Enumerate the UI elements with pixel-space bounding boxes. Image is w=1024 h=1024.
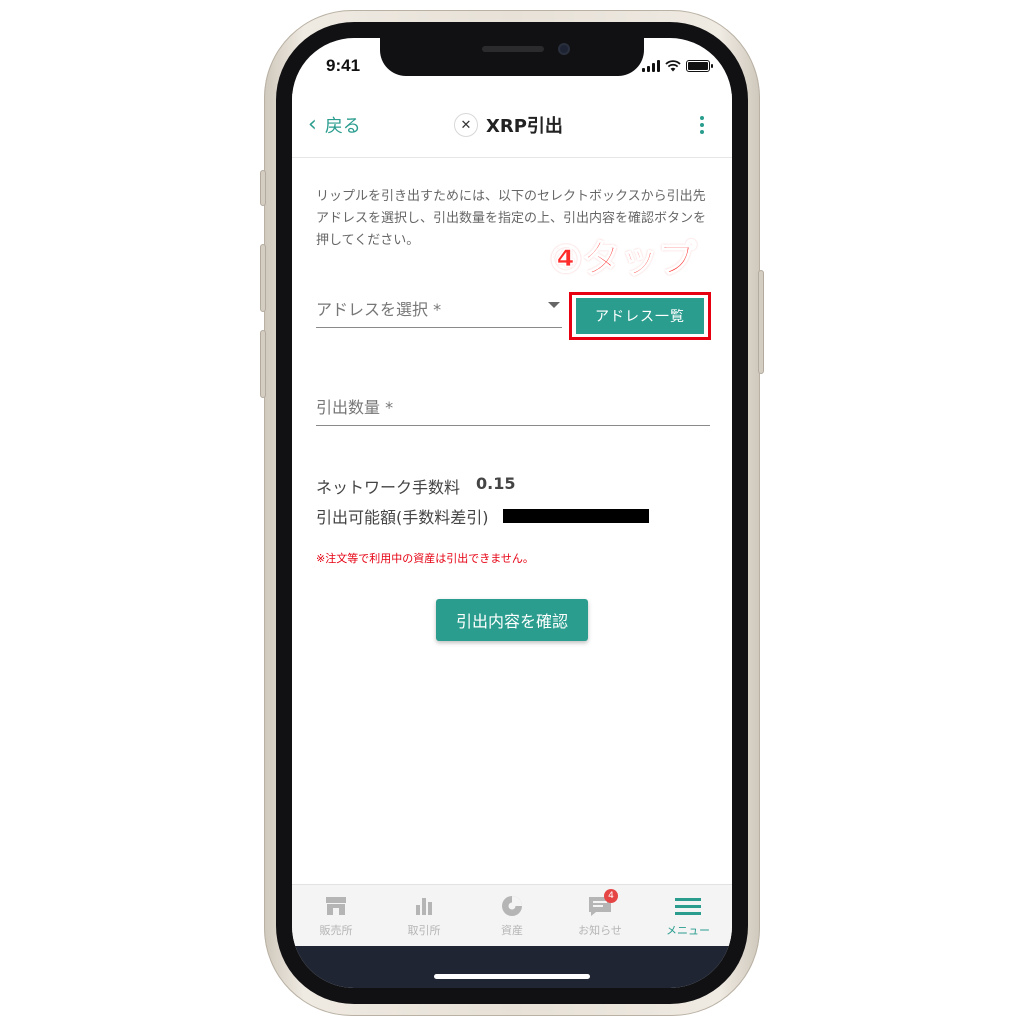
wifi-icon [665, 60, 681, 72]
app-header: ‹ 戻る ✕ XRP引出 [292, 94, 732, 158]
nav-item-exchange[interactable]: 取引所 [380, 885, 468, 946]
pie-chart-icon [502, 896, 522, 916]
battery-icon [686, 60, 713, 72]
available-amount-row: 引出可能額(手数料差引) [316, 504, 649, 528]
hamburger-menu-icon [675, 898, 701, 915]
home-indicator[interactable] [434, 974, 590, 979]
store-icon [326, 897, 346, 915]
status-icons [642, 60, 713, 72]
page-title: XRP引出 [486, 116, 563, 137]
volume-up-button [260, 244, 266, 312]
nav-label-store: 販売所 [319, 924, 353, 937]
home-indicator-area [292, 946, 732, 988]
address-select[interactable]: アドレスを選択 * [316, 292, 562, 328]
nav-item-news[interactable]: 4 お知らせ [556, 885, 644, 946]
bottom-nav: 販売所 取引所 資産 4 お知らせ メニュー [292, 884, 732, 946]
available-amount-label: 引出可能額(手数料差引) [316, 508, 489, 527]
notice-text: ※注文等で利用中の資産は引出できません。 [316, 552, 534, 565]
address-list-button[interactable]: アドレス一覧 [576, 298, 704, 334]
address-select-placeholder: アドレスを選択 * [316, 300, 442, 319]
nav-label-assets: 資産 [501, 924, 523, 937]
nav-item-assets[interactable]: 資産 [468, 885, 556, 946]
network-fee-row: ネットワーク手数料 0.15 [316, 474, 516, 498]
back-label: 戻る [324, 116, 361, 137]
redacted-value [502, 509, 649, 523]
phone-screen: 9:41 ‹ 戻る ✕ XRP引出 リップルを引き出すためには、以下のセレクトボ… [292, 38, 732, 988]
nav-item-store[interactable]: 販売所 [292, 885, 380, 946]
speaker [482, 46, 544, 52]
mute-switch [260, 170, 266, 206]
nav-label-menu: メニュー [666, 924, 710, 937]
message-icon-wrap: 4 [586, 889, 618, 919]
bar-chart-icon [416, 898, 432, 915]
volume-down-button [260, 330, 266, 398]
tap-annotation: ④タップ [549, 236, 697, 282]
front-camera [558, 43, 570, 55]
power-button [758, 270, 764, 374]
nav-label-exchange: 取引所 [407, 924, 441, 937]
notch [380, 38, 644, 76]
xrp-icon: ✕ [454, 113, 478, 137]
amount-field[interactable]: 引出数量 * [316, 390, 710, 426]
amount-field-placeholder: 引出数量 * [316, 398, 394, 417]
nav-item-menu[interactable]: メニュー [644, 885, 732, 946]
nav-label-news: お知らせ [578, 924, 622, 937]
kebab-menu-icon[interactable] [700, 116, 704, 134]
chevron-left-icon: ‹ [308, 112, 317, 137]
signal-icon [642, 60, 660, 72]
dropdown-arrow-icon [548, 302, 560, 308]
back-button[interactable]: ‹ 戻る [308, 112, 361, 138]
network-fee-label: ネットワーク手数料 [316, 478, 461, 497]
page-title-group: ✕ XRP引出 [454, 112, 563, 138]
notification-badge: 4 [604, 889, 618, 903]
status-time: 9:41 [326, 56, 361, 75]
confirm-withdrawal-button[interactable]: 引出内容を確認 [436, 599, 588, 641]
network-fee-value: 0.15 [476, 474, 516, 493]
